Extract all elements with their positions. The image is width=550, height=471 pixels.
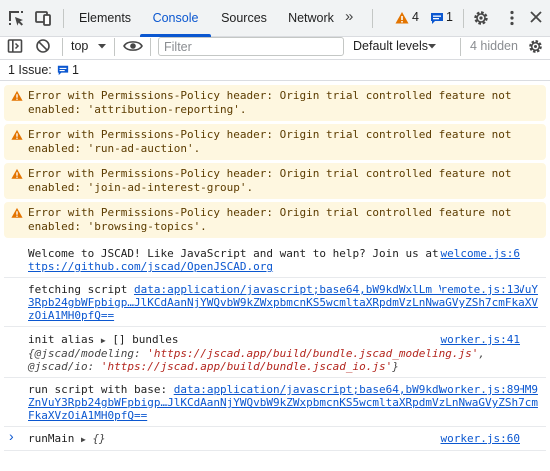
toolbar-divider [463, 9, 464, 28]
log-message-run-main: runMain ▶ {} worker.js:60 [4, 427, 546, 451]
log-levels-dropdown[interactable]: Default levels [353, 39, 428, 53]
bundles-object[interactable]: [] bundles [112, 333, 178, 346]
toolbar-divider [114, 38, 115, 56]
log-text: run script with base: [28, 383, 174, 396]
tab-network[interactable]: Network [279, 0, 343, 37]
console-messages: Error with Permissions-Policy header: Or… [0, 82, 550, 451]
toolbar-divider [62, 38, 63, 56]
warning-icon [11, 90, 23, 106]
toolbar-divider [460, 38, 461, 56]
warning-message[interactable]: Error with Permissions-Policy header: Or… [4, 202, 546, 238]
issues-count[interactable]: 1 [72, 63, 79, 77]
inspect-element-icon[interactable] [7, 9, 27, 29]
hidden-messages-count: 4 hidden [470, 39, 518, 53]
expand-triangle-icon[interactable]: ▶ [81, 435, 86, 444]
source-link[interactable]: worker.js:89 [440, 383, 520, 396]
more-tabs-chevron-icon[interactable]: » [345, 8, 354, 25]
warning-icon [11, 129, 23, 145]
console-prompt-chevron-icon[interactable]: › [9, 428, 14, 444]
source-link[interactable]: worker.js:60 [440, 432, 520, 445]
close-icon[interactable] [528, 9, 548, 29]
source-link[interactable]: worker.js:41 [440, 333, 520, 346]
warning-message[interactable]: Error with Permissions-Policy header: Or… [4, 124, 546, 160]
context-selector[interactable]: top [71, 39, 88, 53]
object-value: 'https://jscad.app/build/bundle.jscad_mo… [147, 347, 479, 360]
settings-gear-icon[interactable] [472, 9, 492, 29]
source-link[interactable]: remote.js:13 [440, 283, 520, 296]
more-options-icon[interactable] [503, 9, 523, 29]
object-value: 'https://jscad.app/build/bundle.jscad_io… [100, 360, 393, 373]
warning-message[interactable]: Error with Permissions-Policy header: Or… [4, 163, 546, 199]
issues-bar[interactable]: 1 Issue: 1 [0, 59, 550, 81]
filter-input[interactable] [159, 38, 343, 55]
clear-console-icon[interactable] [35, 38, 51, 57]
log-message-fetching: fetching script data:application/javascr… [4, 278, 546, 327]
tab-sources[interactable]: Sources [213, 0, 275, 37]
log-text: runMain [28, 432, 81, 445]
issues-label: 1 Issue: [8, 63, 52, 77]
source-link[interactable]: welcome.js:6 [440, 247, 520, 260]
log-message-init-alias: init alias ▶ [] bundles {@jscad/modeling… [4, 327, 546, 378]
filter-box [158, 37, 344, 56]
tab-console[interactable]: Console [140, 0, 211, 37]
object-key: {@jscad/modeling: [28, 347, 148, 360]
object-end: } [392, 360, 399, 373]
console-settings-gear-icon[interactable] [527, 38, 544, 58]
tab-elements[interactable]: Elements [72, 0, 138, 37]
warning-icon [11, 207, 23, 223]
warning-text: Error with Permissions-Policy header: Or… [28, 128, 512, 155]
log-message-run-script: run script with base: data:application/j… [4, 378, 546, 427]
live-expression-eye-icon[interactable] [123, 39, 143, 56]
warning-text: Error with Permissions-Policy header: Or… [28, 206, 512, 233]
toolbar-divider [150, 38, 151, 56]
warning-text: Error with Permissions-Policy header: Or… [28, 167, 512, 194]
warning-message[interactable]: Error with Permissions-Policy header: Or… [4, 85, 546, 121]
log-text: fetching script [28, 283, 134, 296]
empty-object[interactable]: {} [92, 432, 105, 445]
devtools-tab-bar: Elements Console Sources Network » 4 1 [0, 0, 550, 37]
show-sidebar-icon[interactable] [7, 38, 23, 57]
warning-count[interactable]: 4 [412, 10, 419, 24]
warning-text: Error with Permissions-Policy header: Or… [28, 89, 512, 116]
toolbar-divider [63, 9, 64, 28]
warning-icon [11, 168, 23, 184]
context-dropdown-chevron-icon[interactable] [97, 39, 107, 56]
issue-count[interactable]: 1 [446, 10, 453, 24]
toolbar-divider [372, 9, 373, 28]
device-toolbar-icon[interactable] [34, 9, 54, 29]
log-message-welcome: Welcome to JSCAD! Like JavaScript and wa… [4, 242, 546, 278]
log-text: init alias [28, 333, 101, 346]
levels-chevron-icon[interactable] [427, 39, 437, 56]
log-text: Welcome to JSCAD! Like JavaScript and wa… [28, 247, 446, 260]
expand-triangle-icon[interactable]: ▶ [101, 336, 106, 345]
issues-icon [57, 64, 69, 79]
